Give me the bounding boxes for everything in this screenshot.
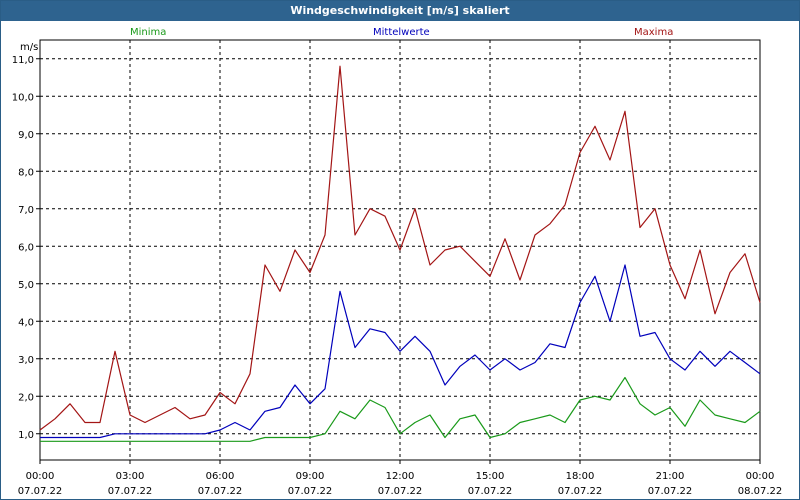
y-tick-label: 8,0	[18, 167, 34, 178]
legend-maxima: Maxima	[634, 27, 673, 38]
y-tick-label: 2,0	[18, 392, 34, 403]
x-tick-date-label: 07.07.22	[108, 486, 153, 497]
x-tick-time-label: 00:00	[26, 471, 55, 482]
legend-mittelwerte: Mittelwerte	[373, 27, 430, 38]
y-tick-label: 9,0	[18, 130, 34, 141]
x-tick-date-label: 08.07.22	[738, 486, 783, 497]
x-tick-time-label: 03:00	[116, 471, 145, 482]
x-tick-time-label: 21:00	[656, 471, 685, 482]
x-tick-time-label: 15:00	[476, 471, 505, 482]
x-tick-date-label: 07.07.22	[648, 486, 693, 497]
y-tick-label: 6,0	[18, 242, 34, 253]
x-tick-date-label: 07.07.22	[468, 486, 513, 497]
x-tick-date-label: 07.07.22	[558, 486, 603, 497]
y-tick-label: 11,0	[12, 55, 34, 66]
data-series	[39, 65, 761, 442]
x-tick-time-label: 09:00	[296, 471, 325, 482]
wind-speed-chart: 1,0 2,0 3,0 4,0 5,0 6,0 7,0 8,0 9,0 10,0 11,0 00:0…	[12, 27, 783, 497]
y-axis-unit-label: m/s	[20, 42, 38, 53]
y-tick-label: 1,0	[18, 430, 34, 441]
legend-minima: Minima	[130, 27, 166, 38]
y-tick-label: 4,0	[18, 317, 34, 328]
y-tick-label: 7,0	[18, 205, 34, 216]
x-axis-ticks: 00:00 07.07.22 03:00 07.07.22 06:00 07.07.22 0…	[18, 460, 783, 497]
series-line-mittelwerte	[40, 264, 761, 439]
x-tick-time-label: 06:00	[206, 471, 235, 482]
x-tick-time-label: 00:00	[746, 471, 775, 482]
x-tick-time-label: 12:00	[386, 471, 415, 482]
x-tick-date-label: 07.07.22	[198, 486, 243, 497]
x-tick-time-label: 18:00	[566, 471, 595, 482]
y-tick-label: 10,0	[12, 92, 34, 103]
y-tick-label: 5,0	[18, 280, 34, 291]
x-tick-date-label: 07.07.22	[18, 486, 63, 497]
x-tick-date-label: 07.07.22	[288, 486, 333, 497]
y-axis-ticks: 1,0 2,0 3,0 4,0 5,0 6,0 7,0 8,0 9,0 10,0 11,0	[12, 55, 40, 441]
x-tick-date-label: 07.07.22	[378, 486, 423, 497]
y-tick-label: 3,0	[18, 355, 34, 366]
